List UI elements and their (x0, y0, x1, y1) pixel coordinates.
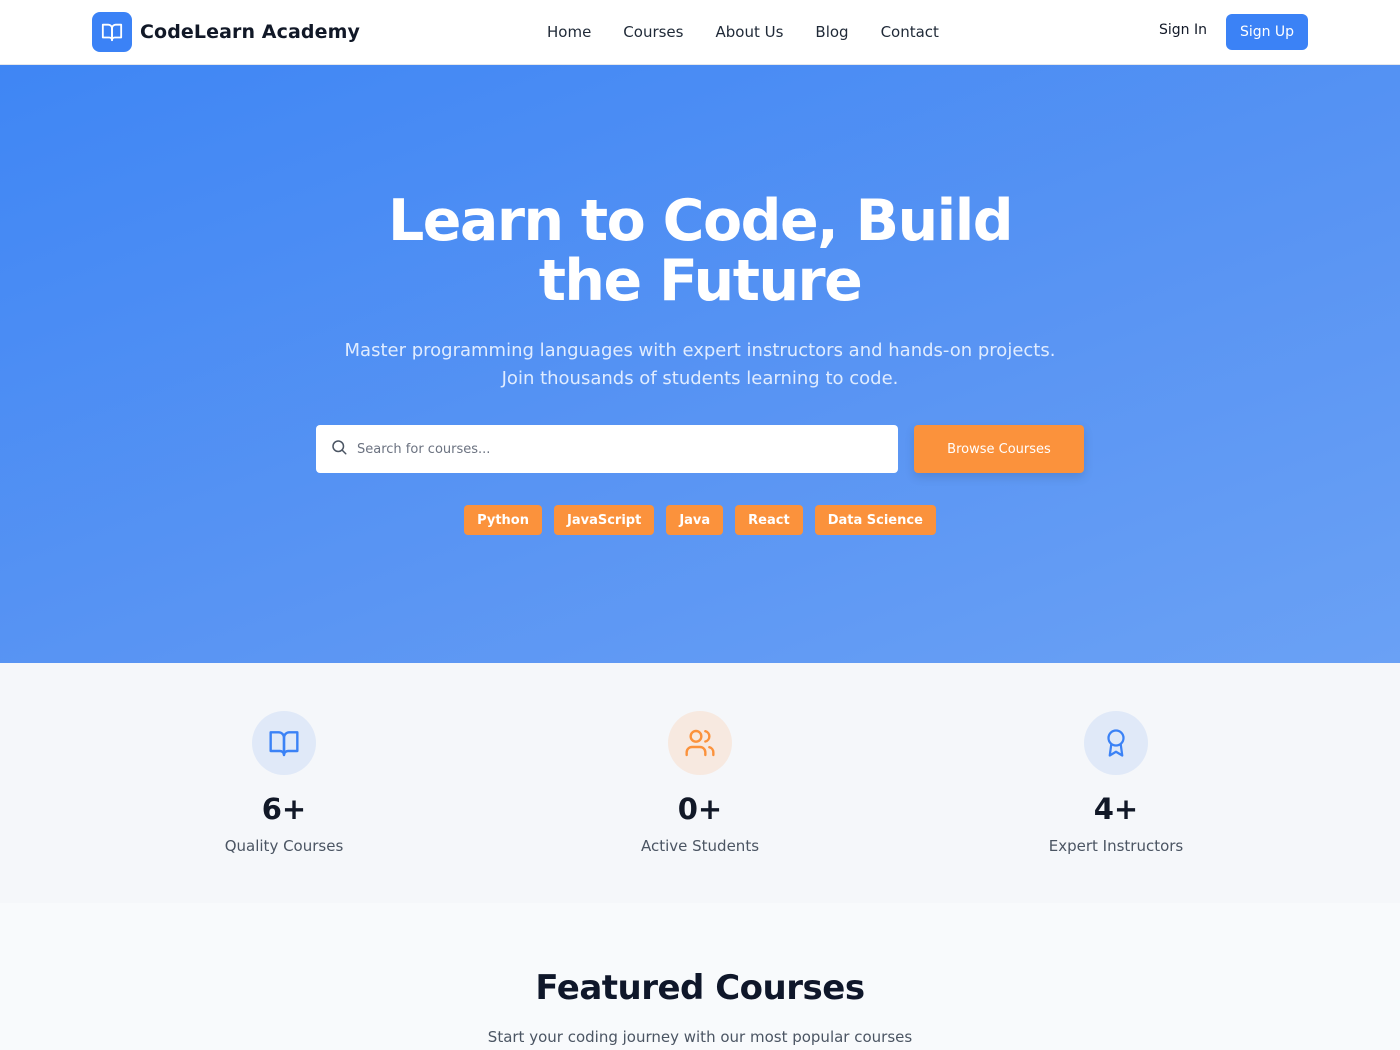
tag-react[interactable]: React (735, 505, 803, 535)
course-search-box[interactable] (316, 425, 898, 473)
stat-label: Active Students (640, 837, 760, 855)
brand-logo-link[interactable]: CodeLearn Academy (92, 12, 360, 52)
hero-title: Learn to Code, Build the Future (387, 188, 1014, 314)
hero-subtitle-line-1: Master programming languages with expert… (344, 340, 1056, 361)
book-open-icon (92, 12, 132, 52)
stat-label: Expert Instructors (1048, 837, 1184, 855)
stat-label: Quality Courses (224, 837, 344, 855)
award-icon (1084, 711, 1148, 775)
tag-javascript[interactable]: JavaScript (554, 505, 655, 535)
sign-in-link[interactable]: Sign In (1159, 22, 1207, 38)
search-icon (330, 438, 348, 460)
hero-subtitle: Master programming languages with expert… (300, 337, 1100, 393)
site-header: CodeLearn Academy Home Courses About Us … (0, 0, 1400, 65)
featured-courses-subtitle: Start your coding journey with our most … (487, 1028, 913, 1046)
tag-java[interactable]: Java (666, 505, 724, 535)
stat-value: 4+ (1093, 792, 1139, 826)
nav-blog[interactable]: Blog (815, 23, 848, 41)
stat-value: 6+ (261, 792, 307, 826)
book-open-icon (252, 711, 316, 775)
nav-home[interactable]: Home (547, 23, 591, 41)
nav-about-us[interactable]: About Us (715, 23, 783, 41)
nav-contact[interactable]: Contact (881, 23, 939, 41)
popular-tags: Python JavaScript Java React Data Scienc… (0, 505, 1400, 535)
hero-section: Learn to Code, Build the Future Master p… (0, 65, 1400, 663)
stat-value: 0+ (677, 792, 723, 826)
course-search-input[interactable] (357, 441, 877, 457)
brand-name: CodeLearn Academy (140, 21, 360, 43)
browse-courses-button[interactable]: Browse Courses (914, 425, 1084, 473)
featured-courses-title: Featured Courses (535, 968, 865, 1008)
stat-courses: 6+ Quality Courses (154, 711, 414, 855)
stat-students: 0+ Active Students (570, 711, 830, 855)
tag-data-science[interactable]: Data Science (814, 505, 936, 535)
stats-section: 6+ Quality Courses 0+ Active Students 4+… (0, 663, 1400, 903)
stat-instructors: 4+ Expert Instructors (986, 711, 1246, 855)
tag-python[interactable]: Python (464, 505, 542, 535)
users-icon (668, 711, 732, 775)
sign-up-button[interactable]: Sign Up (1226, 14, 1308, 50)
hero-subtitle-line-2: Join thousands of students learning to c… (501, 368, 899, 389)
main-nav: Home Courses About Us Blog Contact (547, 0, 939, 64)
nav-courses[interactable]: Courses (623, 23, 683, 41)
